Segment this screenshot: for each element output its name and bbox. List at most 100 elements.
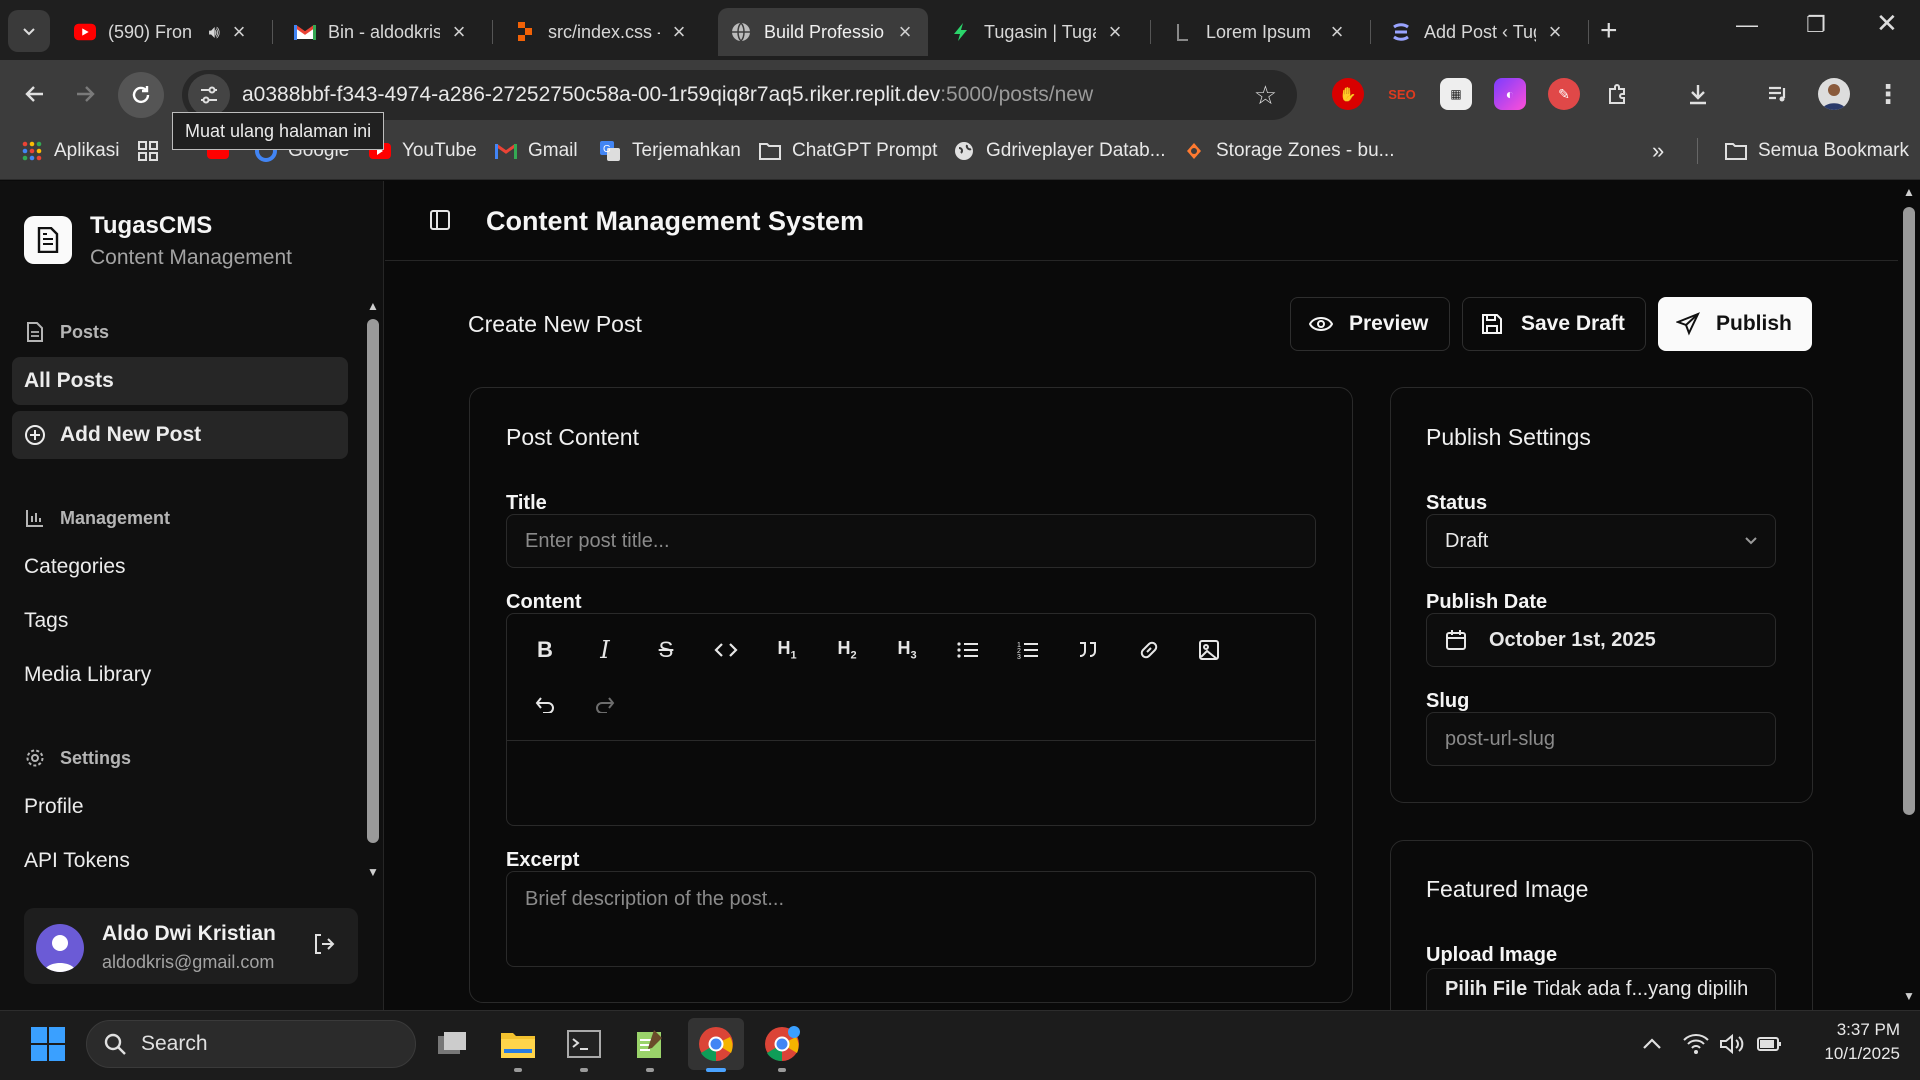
notepad-plus-icon[interactable] [630,1024,670,1064]
scroll-up-icon[interactable]: ▲ [367,299,379,313]
sidebar-item-media-library[interactable]: Media Library [12,651,348,699]
speaker-icon[interactable]: 🔊︎ [209,22,220,43]
ordered-list-icon[interactable]: 123 [1010,632,1046,668]
sidebar-scrollbar[interactable]: ▲ ▼ [362,297,384,882]
heading-2-icon[interactable]: H2 [829,632,865,668]
close-icon[interactable]: × [1104,19,1126,45]
battery-icon[interactable] [1750,1024,1790,1064]
tab-search-button[interactable] [8,10,50,52]
forward-button[interactable] [64,72,108,116]
windows-start-icon[interactable] [28,1024,68,1064]
close-icon[interactable]: × [228,19,250,45]
profile-avatar[interactable] [1818,78,1850,110]
download-icon[interactable] [1682,78,1714,110]
tab-youtube[interactable]: (590) Fron 🔊︎ × [62,8,262,56]
bookmark-translate[interactable]: G Terjemahkan [598,136,741,166]
slug-input[interactable]: post-url-slug [1426,712,1776,766]
volume-icon[interactable] [1712,1024,1752,1064]
code-icon[interactable] [708,632,744,668]
seo-extension-icon[interactable]: SEO [1386,78,1418,110]
puzzle-extensions-icon[interactable] [1602,78,1634,110]
calendar-icon [1445,629,1469,651]
site-info-icon[interactable] [188,74,230,116]
tab-tugasin[interactable]: Tugasin | Tuga × [938,8,1138,56]
chevron-up-icon[interactable] [1632,1024,1672,1064]
logout-button[interactable] [312,932,336,961]
main-scroll-thumb[interactable] [1903,207,1915,815]
close-icon[interactable]: × [1326,19,1348,45]
content-editor[interactable]: B I S H1 H2 H3 123 [506,613,1316,826]
strikethrough-icon[interactable]: S [648,632,684,668]
adblock-extension-icon[interactable]: ✋ [1332,78,1364,110]
scroll-down-icon[interactable]: ▼ [1903,989,1915,1003]
sidebar-item-api-tokens[interactable]: API Tokens [12,837,348,885]
sidebar-item-profile[interactable]: Profile [12,783,348,831]
sidebar-toggle-button[interactable] [428,208,454,234]
tab-replit[interactable]: src/index.css - × [502,8,702,56]
choose-file-button[interactable]: Pilih File [1445,978,1527,1001]
qr-extension-icon[interactable]: ▦ [1440,78,1472,110]
all-bookmarks[interactable]: Semua Bookmark [1724,136,1909,166]
scroll-down-icon[interactable]: ▼ [367,865,379,879]
heading-3-icon[interactable]: H3 [889,632,925,668]
bookmarks-overflow-icon[interactable]: » [1652,136,1664,166]
undo-icon[interactable] [527,686,563,722]
task-view-icon[interactable] [432,1024,472,1064]
new-tab-button[interactable]: + [1600,14,1618,48]
file-explorer-icon[interactable] [498,1024,538,1064]
main-scrollbar[interactable]: ▲ ▼ [1898,181,1920,1010]
post-title-input[interactable]: Enter post title... [506,514,1316,568]
system-clock[interactable]: 3:37 PM 10/1/2025 [1800,1018,1900,1066]
close-icon[interactable]: × [894,19,916,45]
close-icon[interactable]: × [1544,19,1566,45]
tab-active-build[interactable]: Build Professio × [718,8,928,56]
chrome-profile-icon[interactable] [762,1024,802,1064]
bookmark-apps[interactable]: Aplikasi [20,136,119,166]
preview-button[interactable]: Preview [1290,297,1450,351]
bookmark-grid[interactable] [136,136,170,166]
bookmark-gdriveplayer[interactable]: Gdriveplayer Datab... [952,136,1166,166]
tab-gmail[interactable]: Bin - aldodkris × [282,8,482,56]
image-icon[interactable] [1191,632,1227,668]
close-icon[interactable]: × [448,19,470,45]
bookmark-storage-zones[interactable]: Storage Zones - bu... [1182,136,1395,166]
taskbar-search[interactable]: Search [86,1020,416,1068]
publish-button[interactable]: Publish [1658,297,1812,351]
heading-1-icon[interactable]: H1 [769,632,805,668]
bookmark-star-icon[interactable]: ☆ [1254,80,1277,111]
menu-kebab-icon[interactable]: ⋮ [1872,78,1904,110]
restore-button[interactable]: ❐ [1806,12,1826,38]
sidebar-item-categories[interactable]: Categories [12,543,348,591]
chrome-taskbar-active[interactable] [688,1018,744,1070]
tab-add-post[interactable]: Add Post ‹ Tug × [1378,8,1578,56]
file-upload-input[interactable]: Pilih File Tidak ada f...yang dipilih [1426,968,1776,1010]
close-icon[interactable]: × [668,19,690,45]
publish-date-picker[interactable]: October 1st, 2025 [1426,613,1776,667]
redo-icon[interactable] [587,686,623,722]
bookmark-chatgpt-folder[interactable]: ChatGPT Prompt [758,136,937,166]
bullet-list-icon[interactable] [950,632,986,668]
status-select[interactable]: Draft [1426,514,1776,568]
italic-icon[interactable]: I [587,632,623,668]
link-icon[interactable] [1131,632,1167,668]
pencil-extension-icon[interactable]: ✎ [1548,78,1580,110]
tab-lorem[interactable]: Lorem Ipsum × [1160,8,1360,56]
sidebar-scroll-thumb[interactable] [367,319,379,843]
sidebar-item-all-posts[interactable]: All Posts [12,357,348,405]
close-window-button[interactable]: ✕ [1876,8,1898,39]
scroll-up-icon[interactable]: ▲ [1903,185,1915,199]
quote-icon[interactable] [1070,632,1106,668]
sidebar-item-tags[interactable]: Tags [12,597,348,645]
back-button[interactable] [12,72,56,116]
terminal-icon[interactable] [564,1024,604,1064]
bookmark-youtube[interactable]: YouTube [368,136,477,166]
save-draft-button[interactable]: Save Draft [1462,297,1646,351]
excerpt-textarea[interactable]: Brief description of the post... [506,871,1316,967]
wifi-icon[interactable] [1676,1024,1716,1064]
chat-extension-icon[interactable]: ◐ [1494,78,1526,110]
bold-icon[interactable]: B [527,632,563,668]
media-controls-icon[interactable] [1762,78,1794,110]
minimize-button[interactable]: — [1736,12,1758,38]
sidebar-item-add-new-post[interactable]: Add New Post [12,411,348,459]
bookmark-gmail[interactable]: Gmail [494,136,578,166]
